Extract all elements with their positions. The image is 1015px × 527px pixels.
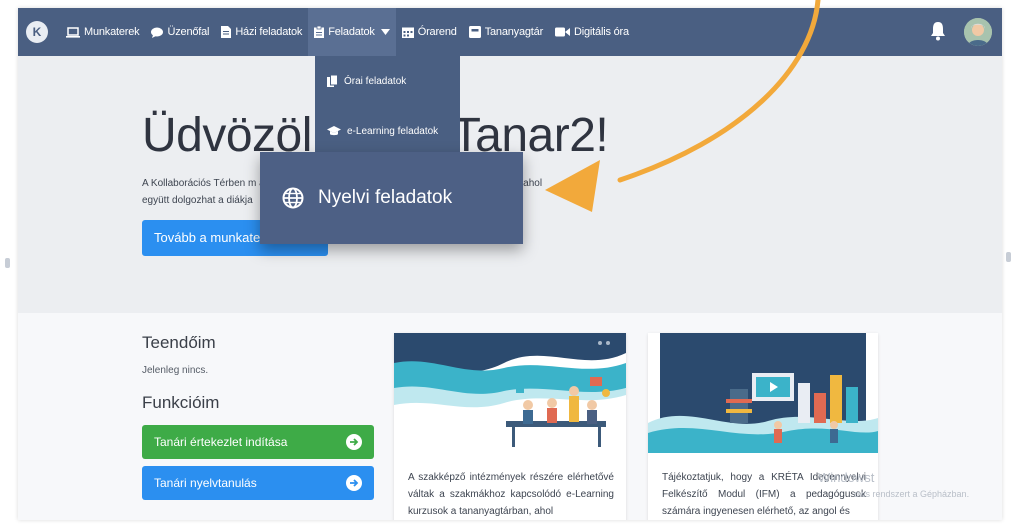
arrow-right-icon xyxy=(346,434,362,450)
logo-letter: K xyxy=(32,25,42,39)
popup-label: Nyelvi feladatok xyxy=(318,187,453,208)
bell-icon[interactable] xyxy=(930,21,946,41)
laptop-icon xyxy=(66,26,80,38)
start-teacher-meeting-button[interactable]: Tanári értekezlet indítása xyxy=(142,425,374,459)
windows-activation-watermark: Windowst xyxy=(818,470,875,485)
caret-down-icon xyxy=(380,29,390,35)
dropdown-label: Órai feladatok xyxy=(344,75,407,87)
nav-label: Munkaterek xyxy=(84,26,140,38)
copy-document-icon xyxy=(327,75,338,87)
nav-item-tananyagtar[interactable]: Tananyagtár xyxy=(463,8,549,56)
language-module-illustration xyxy=(648,333,878,453)
nav-label: Feladatok xyxy=(328,26,375,38)
todo-empty-text: Jelenleg nincs. xyxy=(142,365,209,376)
top-navbar: K Munkaterek Üzenőfal Házi feladatok Fel… xyxy=(18,8,1002,56)
teacher-language-learning-button[interactable]: Tanári nyelvtanulás xyxy=(142,466,374,500)
right-edge-marker xyxy=(1006,252,1011,262)
feladatok-dropdown: Órai feladatok e-Learning feladatok xyxy=(315,56,460,160)
nav-label: Házi feladatok xyxy=(235,26,303,38)
button-label: Tanári értekezlet indítása xyxy=(154,435,288,449)
calendar-icon xyxy=(401,27,414,38)
news-card-text: A szakképző intézmények részére elérhető… xyxy=(408,472,614,517)
user-avatar[interactable] xyxy=(964,18,992,46)
nav-label: Tananyagtár xyxy=(484,26,544,38)
left-edge-marker xyxy=(5,258,10,268)
todo-heading: Teendőim xyxy=(142,333,216,352)
nav-label: Órarend xyxy=(417,26,457,38)
dropdown-item-elearning-feladatok[interactable]: e-Learning feladatok xyxy=(315,106,460,156)
app-window: K Munkaterek Üzenőfal Házi feladatok Fel… xyxy=(18,8,1002,520)
news-card-ifm[interactable]: Tájékoztatjuk, hogy a KRÉTA Idegennyelvi… xyxy=(648,333,878,520)
nav-label: Üzenőfal xyxy=(167,26,210,38)
news-card-vocational[interactable]: A szakképző intézmények részére elérhető… xyxy=(394,333,626,520)
nav-item-feladatok[interactable]: Feladatok xyxy=(308,8,396,56)
nyelvi-feladatok-menu-item[interactable]: Nyelvi feladatok xyxy=(260,152,523,244)
nav-item-digitalis-ora[interactable]: Digitális óra xyxy=(549,8,635,56)
arrow-right-icon xyxy=(346,475,362,491)
globe-icon xyxy=(282,187,304,209)
kreta-logo[interactable]: K xyxy=(26,21,48,43)
video-camera-icon xyxy=(555,27,571,37)
nav-item-munkaterek[interactable]: Munkaterek xyxy=(60,8,145,56)
graduation-cap-icon xyxy=(327,126,341,136)
nav-item-orarend[interactable]: Órarend xyxy=(396,8,463,56)
dropdown-label: e-Learning feladatok xyxy=(347,125,439,137)
vocational-team-illustration xyxy=(394,333,626,453)
welcome-text-line2: együtt dolgozhat a diákja xyxy=(142,195,253,206)
functions-heading: Funkcióim xyxy=(142,393,220,412)
avatar-illustration xyxy=(964,18,992,46)
windows-activation-subtext: ows rendszert a Gépházban. xyxy=(854,489,970,499)
nav-item-hazi-feladatok[interactable]: Házi feladatok xyxy=(215,8,308,56)
nav-item-uzenofal[interactable]: Üzenőfal xyxy=(145,8,215,56)
nav-label: Digitális óra xyxy=(574,26,629,38)
document-icon xyxy=(221,26,232,38)
dropdown-item-orai-feladatok[interactable]: Órai feladatok xyxy=(315,56,460,106)
book-icon xyxy=(468,26,481,38)
clipboard-icon xyxy=(314,26,325,38)
chat-bubble-icon xyxy=(151,27,164,38)
button-label: Tanári nyelvtanulás xyxy=(154,476,257,490)
